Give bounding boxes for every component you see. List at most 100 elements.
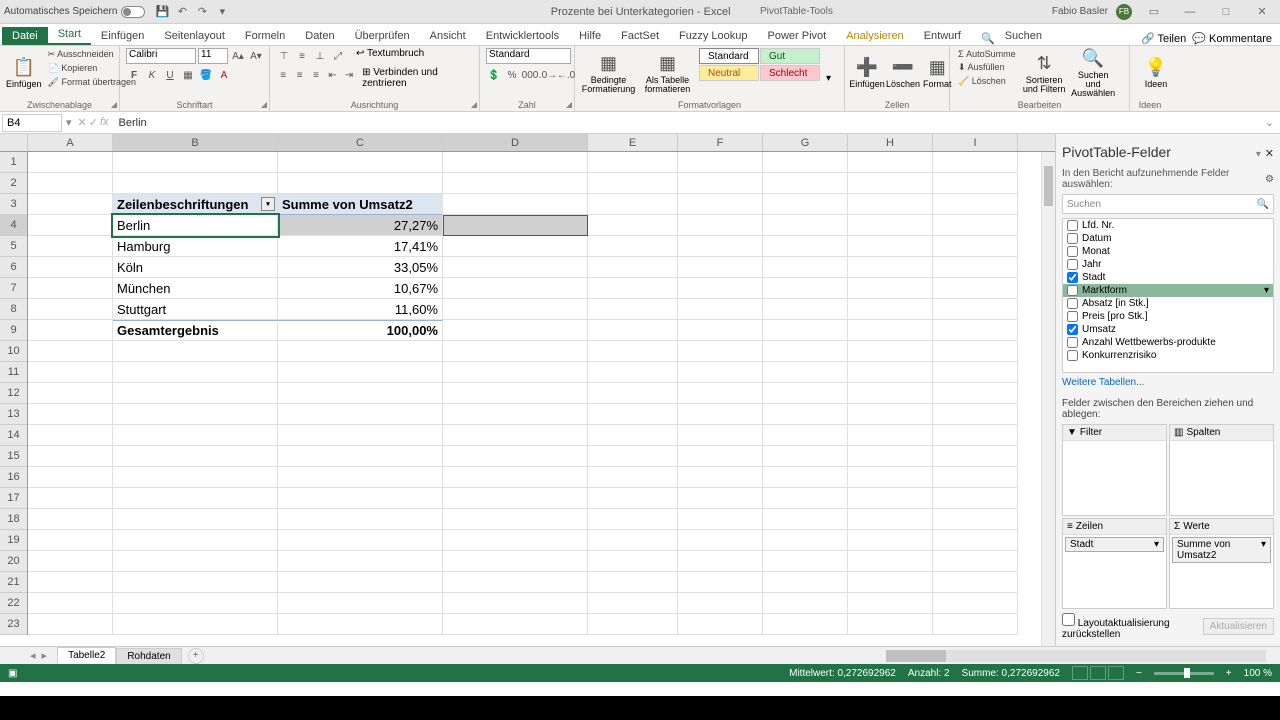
- field-search-input[interactable]: Suchen 🔍: [1062, 194, 1274, 214]
- cell-C9[interactable]: 100,00%: [278, 320, 443, 341]
- row-header-1[interactable]: 1: [0, 152, 27, 173]
- cell-A8[interactable]: [28, 299, 113, 320]
- cell-H15[interactable]: [848, 446, 933, 467]
- cell-C13[interactable]: [278, 404, 443, 425]
- cell-A17[interactable]: [28, 488, 113, 509]
- cell-D14[interactable]: [443, 425, 588, 446]
- cell-C15[interactable]: [278, 446, 443, 467]
- row-header-17[interactable]: 17: [0, 488, 27, 509]
- cell-D19[interactable]: [443, 530, 588, 551]
- column-header-D[interactable]: D: [443, 134, 588, 151]
- row-header-19[interactable]: 19: [0, 530, 27, 551]
- cell-H22[interactable]: [848, 593, 933, 614]
- cell-E9[interactable]: [588, 320, 678, 341]
- cell-G13[interactable]: [763, 404, 848, 425]
- cell-E1[interactable]: [588, 152, 678, 173]
- gear-icon[interactable]: ⚙: [1265, 174, 1274, 185]
- cell-A7[interactable]: [28, 278, 113, 299]
- format-as-table-button[interactable]: ▦Als Tabelle formatieren: [640, 48, 695, 98]
- cell-F22[interactable]: [678, 593, 763, 614]
- cell-E4[interactable]: [588, 215, 678, 236]
- cell-H7[interactable]: [848, 278, 933, 299]
- cell-E20[interactable]: [588, 551, 678, 572]
- cell-G14[interactable]: [763, 425, 848, 446]
- field-pane-close-icon[interactable]: ✕: [1265, 148, 1274, 160]
- cell-H18[interactable]: [848, 509, 933, 530]
- cell-B6[interactable]: Köln: [113, 257, 278, 278]
- cell-D6[interactable]: [443, 257, 588, 278]
- cell-G6[interactable]: [763, 257, 848, 278]
- cell-A5[interactable]: [28, 236, 113, 257]
- cell-C19[interactable]: [278, 530, 443, 551]
- cell-B22[interactable]: [113, 593, 278, 614]
- row-header-20[interactable]: 20: [0, 551, 27, 572]
- column-header-H[interactable]: H: [848, 134, 933, 151]
- cell-D23[interactable]: [443, 614, 588, 635]
- cell-I12[interactable]: [933, 383, 1018, 404]
- field-marktform[interactable]: Marktform▾: [1063, 284, 1273, 297]
- cell-G22[interactable]: [763, 593, 848, 614]
- row-header-13[interactable]: 13: [0, 404, 27, 425]
- cell-A2[interactable]: [28, 173, 113, 194]
- cell-C7[interactable]: 10,67%: [278, 278, 443, 299]
- clear-button[interactable]: 🧹 Löschen: [956, 75, 1018, 88]
- cell-B15[interactable]: [113, 446, 278, 467]
- field-stadt[interactable]: Stadt: [1063, 271, 1273, 284]
- cell-G1[interactable]: [763, 152, 848, 173]
- close-icon[interactable]: ✕: [1248, 2, 1276, 22]
- cell-E15[interactable]: [588, 446, 678, 467]
- name-box-dropdown-icon[interactable]: ▾: [64, 116, 74, 129]
- add-sheet-button[interactable]: +: [188, 648, 204, 664]
- cell-D16[interactable]: [443, 467, 588, 488]
- cell-E19[interactable]: [588, 530, 678, 551]
- minimize-icon[interactable]: —: [1176, 2, 1204, 22]
- thousands-icon[interactable]: 000: [522, 67, 538, 83]
- cell-A10[interactable]: [28, 341, 113, 362]
- cell-A21[interactable]: [28, 572, 113, 593]
- row-header-2[interactable]: 2: [0, 173, 27, 194]
- cell-H11[interactable]: [848, 362, 933, 383]
- cell-G21[interactable]: [763, 572, 848, 593]
- cell-A15[interactable]: [28, 446, 113, 467]
- cell-D13[interactable]: [443, 404, 588, 425]
- cell-C16[interactable]: [278, 467, 443, 488]
- cell-H3[interactable]: [848, 194, 933, 215]
- cell-G15[interactable]: [763, 446, 848, 467]
- fill-color-button[interactable]: 🪣: [198, 67, 214, 83]
- cell-F7[interactable]: [678, 278, 763, 299]
- cell-E6[interactable]: [588, 257, 678, 278]
- cell-G19[interactable]: [763, 530, 848, 551]
- cell-G23[interactable]: [763, 614, 848, 635]
- style-standard[interactable]: Standard: [699, 48, 759, 64]
- select-all-corner[interactable]: [0, 134, 28, 152]
- name-box[interactable]: B4: [2, 114, 62, 132]
- cell-G8[interactable]: [763, 299, 848, 320]
- cell-I13[interactable]: [933, 404, 1018, 425]
- cell-C4[interactable]: 27,27%: [278, 215, 443, 236]
- field-checkbox[interactable]: [1067, 324, 1078, 335]
- area-filter[interactable]: ▼Filter: [1062, 424, 1167, 516]
- wrap-text-button[interactable]: ↩ Textumbruch: [356, 48, 424, 64]
- row-header-9[interactable]: 9: [0, 320, 27, 341]
- field-jahr[interactable]: Jahr: [1063, 258, 1273, 271]
- sheet-nav-prev-icon[interactable]: ◂: [30, 649, 36, 662]
- cell-H16[interactable]: [848, 467, 933, 488]
- comments-button[interactable]: 💬 Kommentare: [1192, 32, 1272, 45]
- cell-C10[interactable]: [278, 341, 443, 362]
- cell-B8[interactable]: Stuttgart: [113, 299, 278, 320]
- cell-D1[interactable]: [443, 152, 588, 173]
- row-labels-dropdown-icon[interactable]: ▾: [261, 197, 275, 211]
- cell-B21[interactable]: [113, 572, 278, 593]
- align-bottom-icon[interactable]: ⊥: [312, 48, 328, 64]
- field-checkbox[interactable]: [1067, 246, 1078, 257]
- cell-G3[interactable]: [763, 194, 848, 215]
- cell-H19[interactable]: [848, 530, 933, 551]
- row-header-14[interactable]: 14: [0, 425, 27, 446]
- cell-H8[interactable]: [848, 299, 933, 320]
- cell-I20[interactable]: [933, 551, 1018, 572]
- cell-A22[interactable]: [28, 593, 113, 614]
- cell-C11[interactable]: [278, 362, 443, 383]
- cell-I2[interactable]: [933, 173, 1018, 194]
- tab-analysieren[interactable]: Analysieren: [836, 27, 913, 45]
- cell-H21[interactable]: [848, 572, 933, 593]
